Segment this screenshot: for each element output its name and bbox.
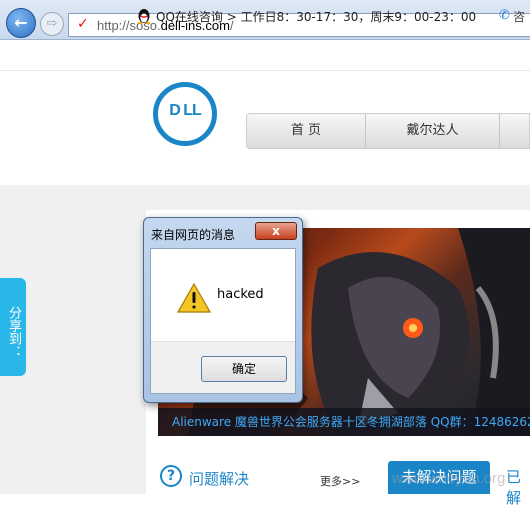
close-button[interactable]: x — [255, 222, 297, 240]
main-nav: 首 页 戴尔达人 — [246, 113, 530, 149]
qq-consult-text[interactable]: QQ在线咨询 > 工作日8：30-17：30，周末9：00-23：00 — [156, 8, 476, 25]
phone-icon: ✆ — [499, 8, 510, 23]
dialog-body: hacked 确定 — [150, 248, 296, 394]
section-title: 问题解决 — [189, 470, 250, 488]
help-question-icon: ? — [160, 465, 182, 487]
more-link[interactable]: 更多>> — [320, 473, 360, 489]
logo-text: D LL — [169, 102, 202, 119]
banner-caption[interactable]: Alienware 魔兽世界公会服务器十区冬拥湖部落 QQ群：12486262 — [158, 408, 530, 436]
dialog-message: hacked — [217, 287, 264, 302]
nav-dell-experts[interactable]: 戴尔达人 — [366, 114, 500, 148]
back-button[interactable]: ← — [6, 8, 36, 38]
qq-penguin-icon[interactable] — [137, 8, 151, 24]
warning-icon — [177, 283, 211, 313]
forward-button[interactable]: ⇨ — [40, 12, 64, 36]
share-tab[interactable]: 分享到： — [0, 278, 26, 376]
phone-consult-text[interactable]: 咨 — [513, 8, 525, 25]
nav-home[interactable]: 首 页 — [247, 114, 366, 148]
dell-logo[interactable]: D LL — [153, 82, 217, 146]
url-prefix: http://soso. — [97, 18, 161, 33]
alert-dialog[interactable]: 来自网页的消息 x hacked 确定 — [143, 217, 303, 403]
ok-button[interactable]: 确定 — [201, 356, 287, 382]
dialog-title: 来自网页的消息 — [151, 228, 236, 242]
site-check-icon: ✓ — [77, 16, 89, 32]
dialog-footer: 确定 — [151, 341, 295, 393]
tab-solved[interactable]: 已解 — [506, 466, 530, 508]
watermark: www.wooyun.org — [392, 470, 506, 487]
top-info-bar — [0, 41, 530, 71]
